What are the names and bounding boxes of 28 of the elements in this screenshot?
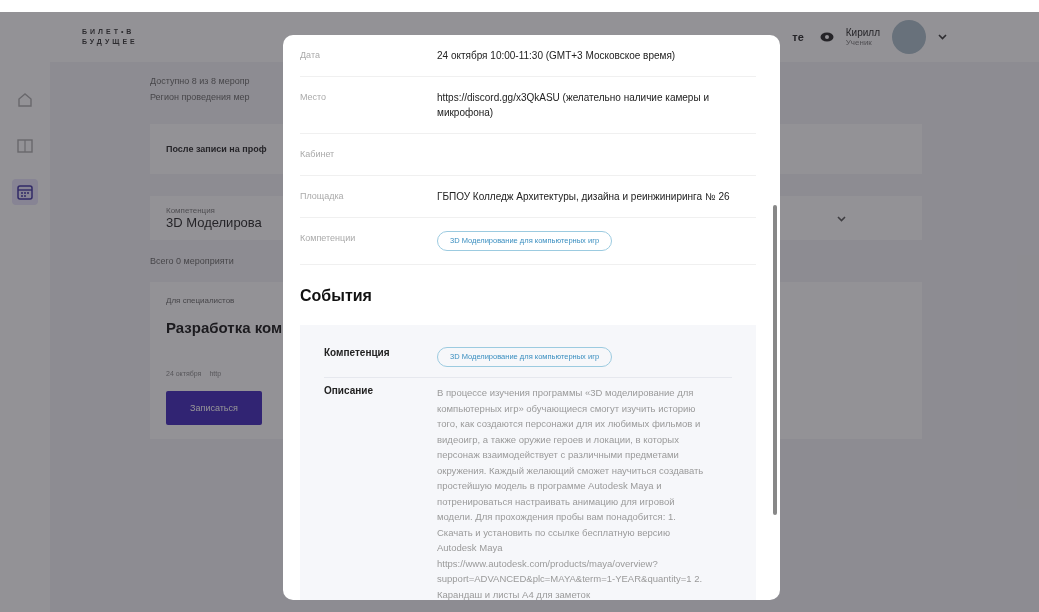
field-label: Описание [324, 385, 374, 398]
notice-text: После записи на проф [166, 144, 267, 154]
filter-value: 3D Моделирова [166, 215, 262, 230]
region-text: Регион проведения мер [150, 92, 250, 102]
event-title: Разработка ком [166, 319, 283, 336]
total-text: Всего 0 мероприяти [150, 256, 234, 266]
description-text: В процессе изучения программы «3D моделирование для компьютерных игр» обучающиеся смогут изучить историю того, как создаются персонажи для их любимых фильмов и видеоигр, а также оружие героев и локации, в которых персонаж взаимодействует с различными предметами окружения. Каждый желающий сможет научиться создавать простейшую модель в программе Autodesk Maya и потренироваться настраивать анимацию для игровой модели. Для прохождения пробы вам понадобится: 1. Скачать и установить по ссылке бесплатную версию Autodesk Maya https://www.autodesk.com/products/maya/overview?support=ADVANCED&plc=MAYA&term=1-YEAR&quantity=1 2. Карандаш и листы А4 для заметок [437, 386, 705, 600]
field-label: Компетенция [324, 347, 391, 360]
user-role: Ученик [845, 38, 873, 47]
detail-label: Место [300, 91, 328, 104]
detail-label: Компетенции [300, 232, 357, 245]
detail-label: Дата [300, 49, 321, 62]
section-heading: События [300, 287, 373, 305]
eye-icon[interactable] [819, 32, 834, 42]
detail-label: Кабинет [300, 148, 336, 161]
chevron-icon[interactable] [938, 34, 947, 40]
detail-value: 24 октября 10:00-11:30 (GMT+3 Московское время) [437, 49, 677, 63]
available-text: Доступно 8 из 8 меропр [150, 76, 250, 86]
audience-text: Для специалистов [166, 296, 235, 305]
user-name: Кирилл [845, 27, 880, 38]
calendar-icon[interactable] [12, 179, 38, 205]
nav-link[interactable]: те [792, 31, 804, 43]
detail-label: Площадка [300, 190, 345, 203]
scrollbar[interactable] [773, 205, 777, 515]
detail-value: ГБПОУ Колледж Архитектуры, дизайна и реинжиниринга № 26 [437, 190, 731, 204]
detail-value: https://discord.gg/x3QkASU (желательно наличие камеры и микрофона) [437, 91, 710, 120]
filter-label: Компетенция [166, 206, 216, 215]
signup-button[interactable]: Записаться [166, 391, 262, 425]
